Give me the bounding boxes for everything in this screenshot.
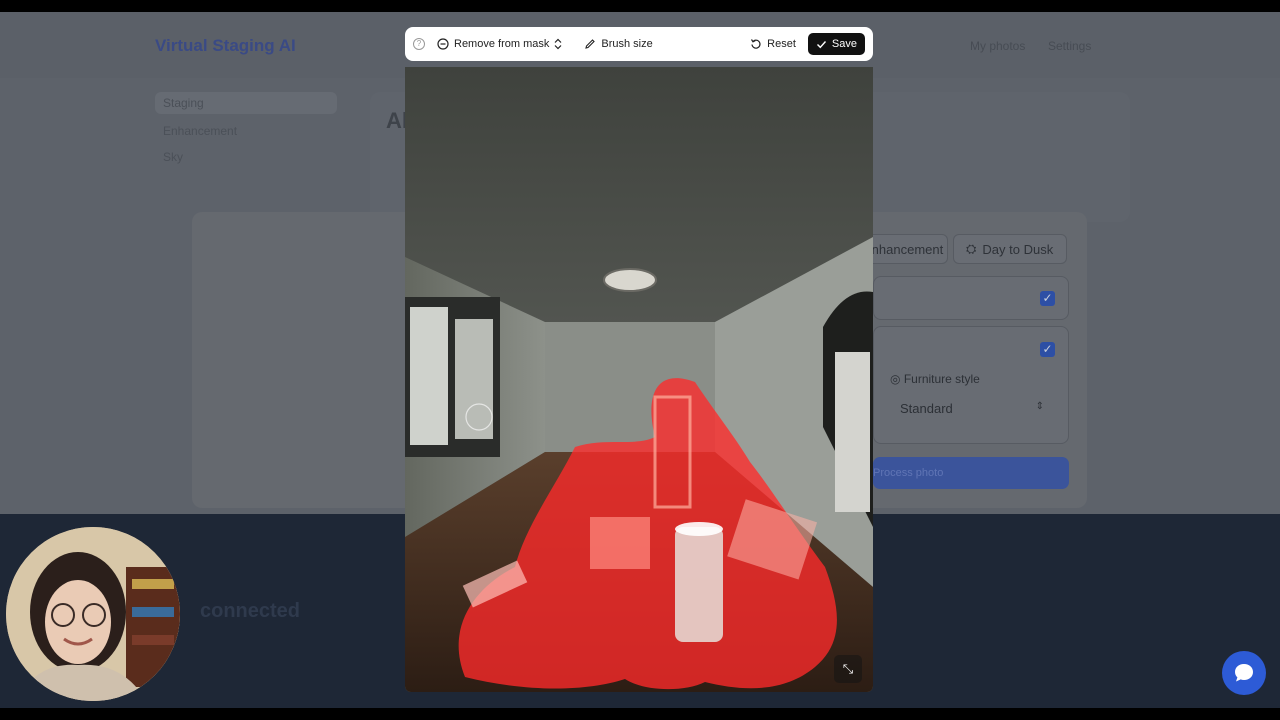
- screen: Virtual Staging AI My photos Settings St…: [0, 12, 1280, 708]
- save-button[interactable]: Save: [807, 33, 865, 55]
- sidebar-item-staging[interactable]: Staging: [155, 92, 337, 114]
- sidebar-item-sky[interactable]: Sky: [163, 150, 183, 164]
- tab-day-to-dusk[interactable]: ⛭ Day to Dusk: [953, 234, 1067, 264]
- presenter-webcam: [6, 527, 180, 701]
- chevron-updown-icon: ⇕: [1035, 401, 1044, 412]
- help-icon[interactable]: ?: [413, 38, 425, 50]
- pencil-icon: [585, 39, 596, 49]
- brush-size-label: Brush size: [601, 38, 653, 50]
- sidebar-item-enhancement[interactable]: Enhancement: [163, 124, 237, 138]
- process-photo-button[interactable]: Process photo: [873, 457, 1069, 489]
- nav-my-photos[interactable]: My photos: [970, 39, 1025, 53]
- chat-bubble-icon: [1235, 664, 1253, 682]
- option-checkbox[interactable]: ✓: [1040, 291, 1055, 306]
- reset-label: Reset: [767, 38, 796, 50]
- app-logo: Virtual Staging AI: [155, 36, 296, 55]
- process-photo-label: Process photo: [873, 467, 944, 479]
- collapse-icon[interactable]: ⤡: [834, 655, 862, 683]
- mask-canvas[interactable]: ⤡: [405, 67, 873, 692]
- reset-button[interactable]: Reset: [750, 38, 796, 50]
- save-label: Save: [831, 38, 857, 50]
- furniture-checkbox[interactable]: ✓: [1040, 342, 1055, 357]
- mask-mode-label: Remove from mask: [454, 38, 550, 50]
- furniture-style-label: ◎ Furniture style: [890, 372, 980, 386]
- sun-icon: ⛭: [966, 241, 977, 256]
- chevron-updown-icon: [554, 38, 562, 50]
- reset-icon: [751, 39, 761, 49]
- nav-settings[interactable]: Settings: [1048, 39, 1091, 53]
- chat-button[interactable]: [1222, 651, 1266, 695]
- presenter-image: [6, 527, 180, 701]
- minus-circle-icon: [437, 38, 449, 50]
- furniture-style-value: Standard: [900, 401, 953, 416]
- furniture-style-select[interactable]: Standard ⇕: [890, 395, 1054, 423]
- tab-day-to-dusk-label: Day to Dusk: [982, 241, 1054, 257]
- brush-size-button[interactable]: Brush size: [584, 38, 653, 50]
- furniture-style-text: Furniture style: [903, 372, 980, 386]
- tab-enhancement-label: Enhancement: [863, 241, 944, 257]
- mask-toolbar: ? Remove from mask Brush size Reset Save: [405, 27, 873, 61]
- check-icon: [816, 40, 826, 48]
- mask-mode-select[interactable]: Remove from mask: [437, 38, 562, 50]
- footer-heading: connected: [200, 600, 301, 622]
- room-photo: [405, 67, 873, 692]
